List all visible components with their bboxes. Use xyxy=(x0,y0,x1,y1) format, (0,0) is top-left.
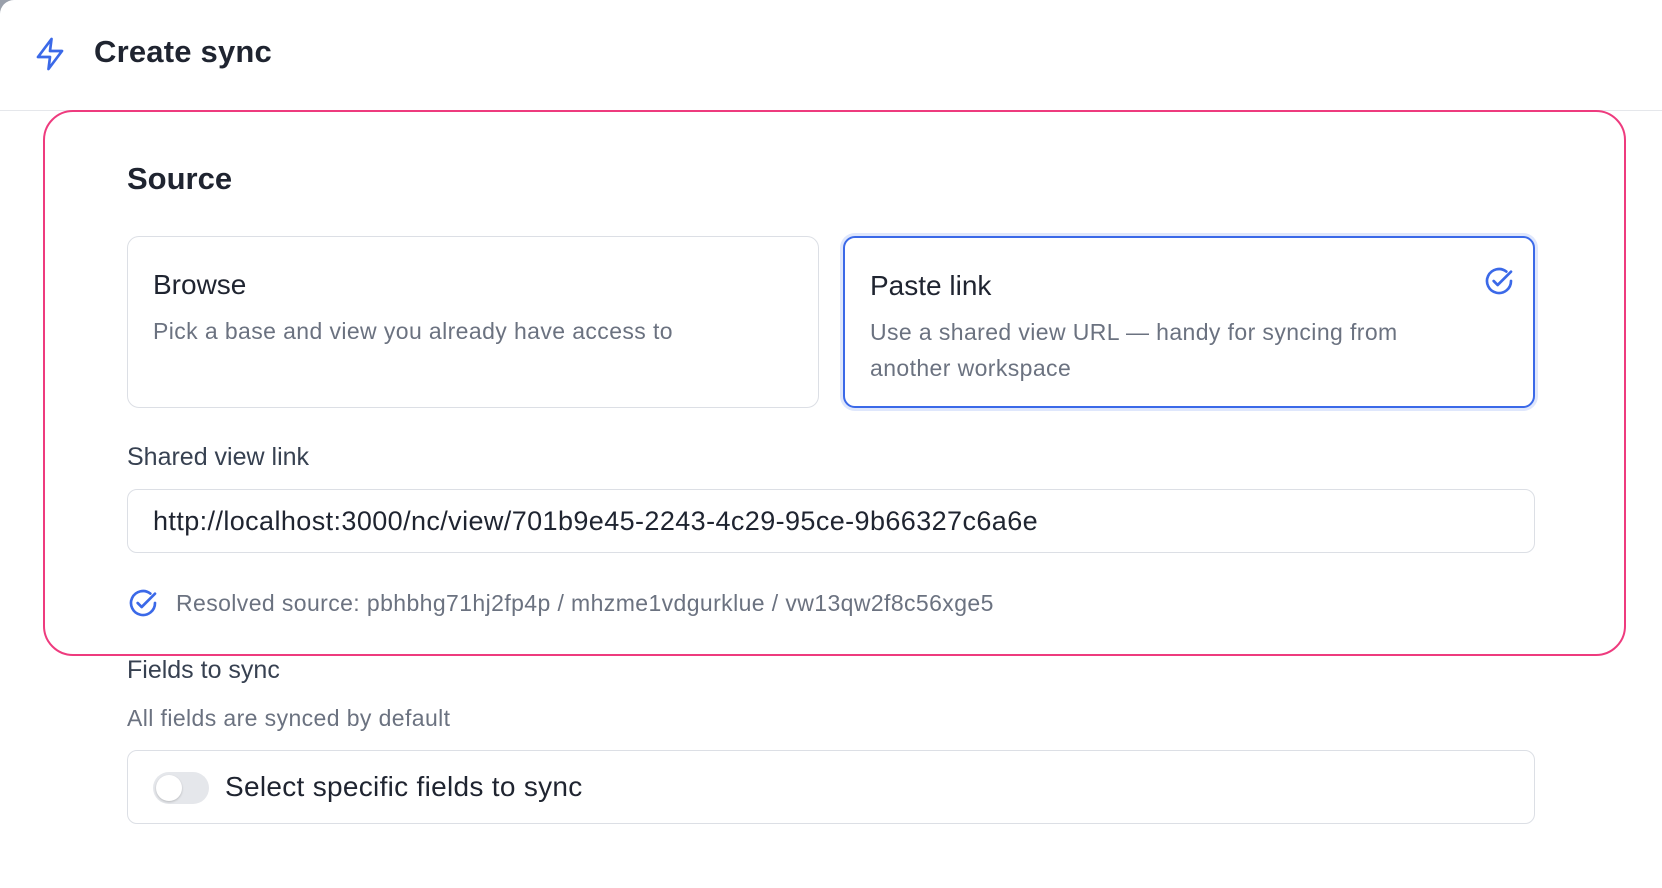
browse-option-card[interactable]: Browse Pick a base and view you already … xyxy=(127,236,819,408)
select-fields-toggle-row: Select specific fields to sync xyxy=(127,750,1535,824)
check-circle-icon xyxy=(129,589,157,617)
shared-view-link-input[interactable] xyxy=(127,489,1535,553)
toggle-knob xyxy=(156,775,182,801)
fields-to-sync-label: Fields to sync xyxy=(127,656,280,684)
shared-view-link-label: Shared view link xyxy=(127,443,310,471)
resolved-source-status: Resolved source: pbhbhg71hj2fp4p / mhzme… xyxy=(127,587,994,619)
browse-option-description: Pick a base and view you already have ac… xyxy=(153,318,673,344)
dialog-title: Create sync xyxy=(94,34,272,69)
select-specific-fields-toggle[interactable] xyxy=(153,772,209,804)
browse-option-title: Browse xyxy=(153,269,247,300)
resolved-source-text: Resolved source: pbhbhg71hj2fp4p / mhzme… xyxy=(176,589,994,616)
paste-link-option-title: Paste link xyxy=(870,270,992,301)
dialog-header: Create sync xyxy=(0,0,1662,111)
source-section-title: Source xyxy=(127,161,233,196)
fields-to-sync-help: All fields are synced by default xyxy=(127,705,451,731)
select-specific-fields-label: Select specific fields to sync xyxy=(225,771,583,802)
lightning-bolt-icon xyxy=(36,37,64,71)
paste-link-option-description: Use a shared view URL — handy for syncin… xyxy=(870,319,1398,381)
check-circle-icon xyxy=(1485,267,1513,295)
paste-link-option-card[interactable]: Paste link Use a shared view URL — handy… xyxy=(843,236,1535,408)
